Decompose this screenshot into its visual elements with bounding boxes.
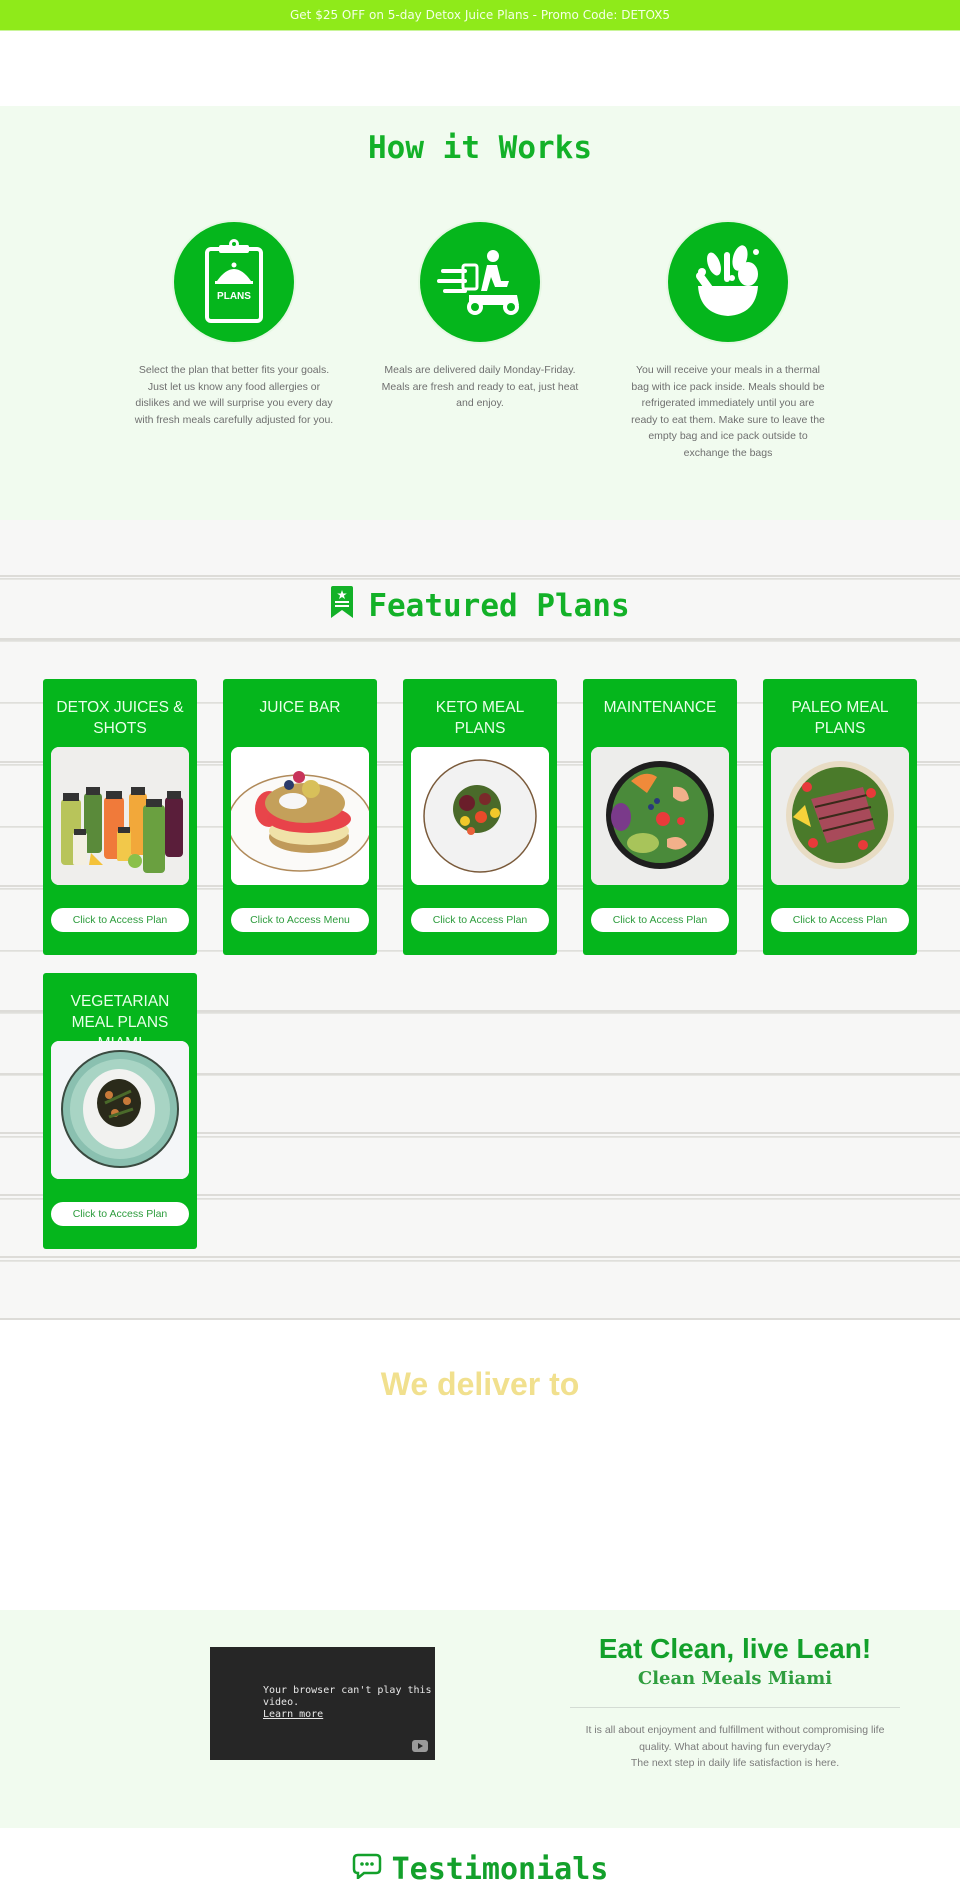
- plan-image-rice-veggie-plate[interactable]: [51, 1041, 189, 1179]
- testimonials-section: Testimonials: [0, 1828, 960, 1888]
- svg-text:PLANS: PLANS: [217, 291, 251, 302]
- wood-plank-divider: [0, 638, 960, 640]
- plan-image-tuna-salad-bowl[interactable]: [771, 747, 909, 885]
- youtube-play-icon[interactable]: [412, 1740, 428, 1752]
- plan-image-shrimp-salad-bowl[interactable]: [591, 747, 729, 885]
- access-plan-button[interactable]: Click to Access Plan: [51, 1202, 189, 1226]
- delivery-scooter-icon: [420, 222, 540, 342]
- featured-plans-section: Featured Plans Detox Juices & Shots: [0, 520, 960, 1320]
- about-tagline: The next step in daily life satisfaction…: [630, 1757, 840, 1769]
- step-text: Select the plan that better fits your go…: [134, 364, 334, 426]
- bookmark-star-icon: [330, 586, 354, 626]
- plan-title: Paleo Meal Plans: [791, 699, 889, 737]
- about-title: Eat Clean, live Lean!: [598, 1633, 872, 1664]
- plan-title: Keto Meal Plans: [435, 699, 525, 737]
- plan-card-detox: Detox Juices & Shots Click to Acces: [43, 679, 197, 955]
- plan-card-keto: Keto Meal Plans Click to Access Plan: [403, 679, 557, 955]
- about-description: It is all about enjoyment and fulfillmen…: [585, 1724, 885, 1753]
- about-subtitle: Clean Meals Miami: [637, 1668, 833, 1689]
- video-error-message: Your browser can't play this video. Lear…: [263, 1685, 433, 1721]
- promo-text: Get $25 OFF on 5-day Detox Juice Plans -…: [290, 8, 670, 22]
- plan-title: Juice Bar: [259, 699, 341, 716]
- step-text: Meals are delivered daily Monday-Friday.…: [381, 364, 579, 409]
- access-plan-button[interactable]: Click to Access Plan: [771, 908, 909, 932]
- salad-bowl-icon: [668, 222, 788, 342]
- about-section: Your browser can't play this video. Lear…: [0, 1610, 960, 1828]
- step-delivery: Meals are delivered daily Monday-Friday.…: [380, 222, 580, 412]
- plan-card-paleo: Paleo Meal Plans Click to Access Plan: [763, 679, 917, 955]
- clipboard-plans-icon: PLANS: [174, 222, 294, 342]
- how-it-works-section: How it Works PLANS Select the plan that …: [0, 106, 960, 520]
- access-plan-button[interactable]: Click to Access Plan: [591, 908, 729, 932]
- divider: [570, 1707, 900, 1708]
- step-text: You will receive your meals in a thermal…: [631, 364, 825, 459]
- access-plan-button[interactable]: Click to Access Plan: [51, 908, 189, 932]
- how-it-works-title: How it Works: [368, 130, 592, 166]
- plan-title: Detox Juices & Shots: [56, 699, 184, 737]
- access-plan-button[interactable]: Click to Access Plan: [411, 908, 549, 932]
- video-player[interactable]: Your browser can't play this video. Lear…: [210, 1647, 435, 1760]
- testimonials-title: Testimonials: [0, 1852, 960, 1887]
- plan-card-juice-bar: Juice Bar Click to Access Menu: [223, 679, 377, 955]
- delivery-area-section: We deliver to: [0, 1320, 960, 1610]
- about-text-block: Eat Clean, live Lean! Clean Meals Miami …: [570, 1632, 900, 1772]
- plan-card-maintenance: Maintenance Click to Access Plan: [583, 679, 737, 955]
- learn-more-link[interactable]: Learn more: [263, 1709, 323, 1720]
- promo-banner[interactable]: Get $25 OFF on 5-day Detox Juice Plans -…: [0, 0, 960, 31]
- chat-bubble-icon: [352, 1852, 382, 1887]
- testimonials-label: Testimonials: [391, 1852, 609, 1887]
- plan-image-keto-plate[interactable]: [411, 747, 549, 885]
- plan-image-juice-bottles[interactable]: [51, 747, 189, 885]
- access-menu-button[interactable]: Click to Access Menu: [231, 908, 369, 932]
- plan-title: Maintenance: [603, 699, 717, 716]
- plan-image-pancake-stack[interactable]: [231, 747, 369, 885]
- deliver-title: We deliver to: [380, 1366, 580, 1402]
- video-error-text: Your browser can't play this video.: [263, 1685, 432, 1708]
- featured-plans-title: Featured Plans: [0, 586, 960, 626]
- wood-plank-divider: [0, 575, 960, 577]
- plan-card-vegetarian: Vegetarian Meal Plans Miami Click to Acc…: [43, 973, 197, 1249]
- plan-title: Vegetarian Meal Plans Miami: [70, 993, 170, 1052]
- step-thermal-bag: You will receive your meals in a thermal…: [628, 222, 828, 461]
- wood-plank-divider: [0, 1256, 960, 1258]
- featured-plans-label: Featured Plans: [368, 588, 630, 624]
- step-select-plan: PLANS Select the plan that better fits y…: [134, 222, 334, 428]
